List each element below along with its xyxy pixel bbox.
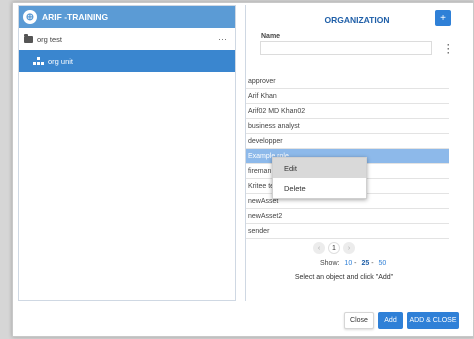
globe-icon: ⊕ — [23, 10, 37, 24]
name-filter-input[interactable] — [260, 41, 432, 55]
list-item[interactable]: developper — [246, 134, 449, 149]
list-item[interactable]: business analyst — [246, 119, 449, 134]
tree-header: ⊕ ARIF -TRAINING — [19, 6, 235, 28]
left-tree-panel: ⊕ ARIF -TRAINING org test ··· org unit — [18, 5, 236, 301]
add-item-button[interactable]: + — [435, 10, 451, 26]
tree-item-label: org unit — [48, 56, 74, 66]
tree-item-org-test[interactable]: org test ··· — [19, 28, 235, 50]
context-delete[interactable]: Delete — [273, 178, 366, 198]
context-menu: Edit Delete — [272, 157, 367, 199]
close-button[interactable]: Close — [344, 312, 374, 329]
list-item[interactable]: newAsset2 — [246, 209, 449, 224]
page-size-selector: Show: 10 - 25 - 50 — [320, 260, 386, 267]
separator: - — [371, 260, 374, 267]
kebab-menu-icon[interactable]: · · · — [447, 41, 451, 58]
context-edit[interactable]: Edit — [273, 158, 366, 178]
name-filter-label: Name — [261, 33, 281, 40]
tree-header-title: ARIF -TRAINING — [42, 12, 109, 22]
org-chart-icon — [33, 56, 44, 66]
folder-icon — [24, 33, 33, 43]
next-page-button[interactable]: › — [343, 242, 355, 254]
separator: - — [354, 260, 357, 267]
list-item[interactable]: Arif02 MD Khan02 — [246, 104, 449, 119]
page-size-option-selected[interactable]: 25 — [361, 260, 369, 267]
more-options-icon[interactable]: ··· — [218, 34, 227, 44]
organization-dialog: ⊕ ARIF -TRAINING org test ··· org unit O… — [12, 2, 474, 337]
page-number-button[interactable]: 1 — [328, 242, 340, 254]
list-item[interactable]: Arif Khan — [246, 89, 449, 104]
tree-item-org-unit[interactable]: org unit — [19, 50, 235, 72]
list-item[interactable]: sender — [246, 224, 449, 239]
show-label: Show: — [320, 260, 340, 267]
list-item[interactable]: approver — [246, 74, 449, 89]
prev-page-button[interactable]: ‹ — [313, 242, 325, 254]
page-size-option[interactable]: 10 — [344, 260, 352, 267]
selection-hint: Select an object and click "Add" — [294, 274, 394, 281]
pagination: ‹ 1 › — [313, 242, 355, 254]
tree-item-label: org test — [37, 34, 63, 44]
add-and-close-button[interactable]: ADD & CLOSE — [407, 312, 459, 329]
page-size-option[interactable]: 50 — [379, 260, 387, 267]
add-button[interactable]: Add — [378, 312, 403, 329]
